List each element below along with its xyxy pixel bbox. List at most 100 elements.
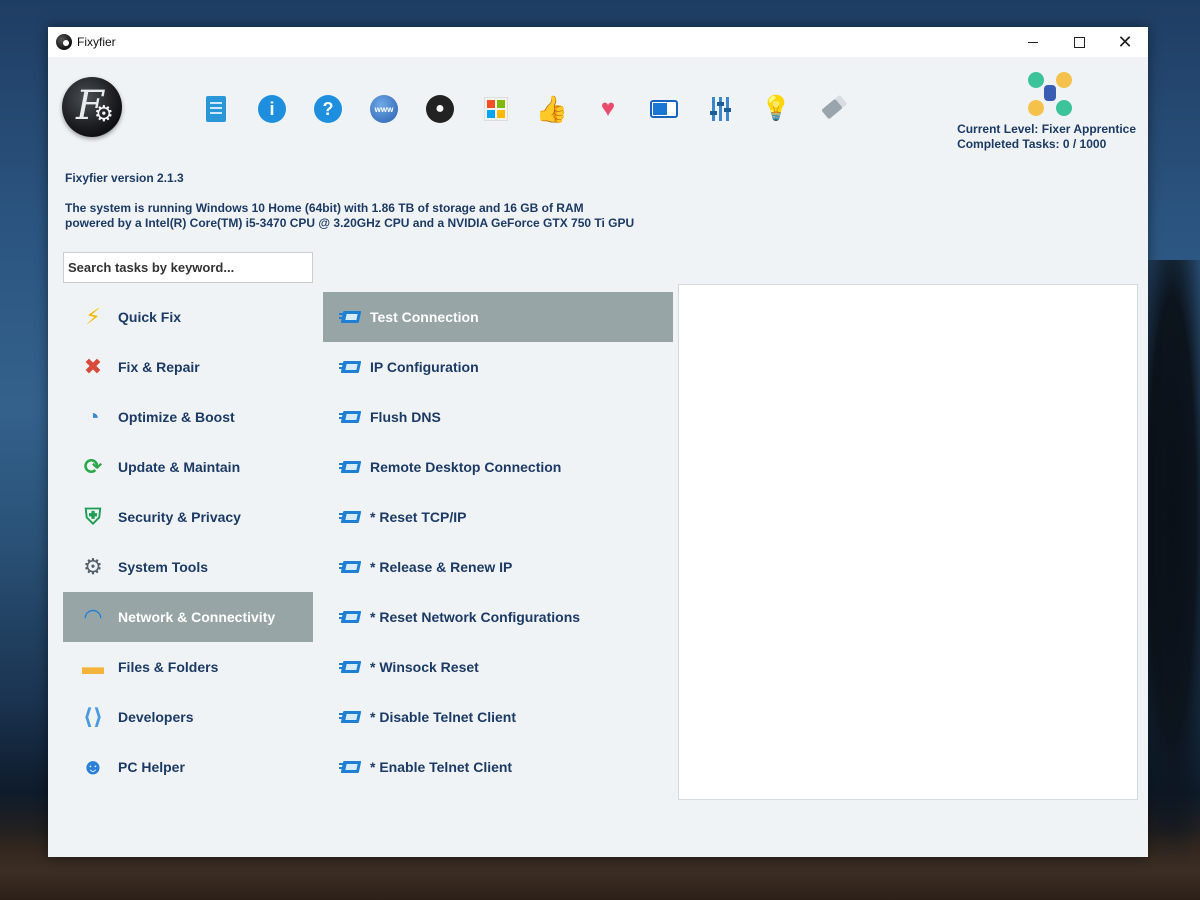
task-item[interactable]: * Release & Renew IP xyxy=(323,542,673,592)
task-item[interactable]: * Winsock Reset xyxy=(323,642,673,692)
network-card-icon xyxy=(339,611,361,623)
info-button[interactable]: i xyxy=(244,91,300,127)
settings-button[interactable] xyxy=(692,91,748,127)
system-info-line-1: The system is running Windows 10 Home (6… xyxy=(65,201,584,215)
category-update-maintain[interactable]: ⟳ Update & Maintain xyxy=(63,442,313,492)
rate-button[interactable]: 👍 xyxy=(524,91,580,127)
github-button[interactable]: ● xyxy=(412,91,468,127)
toggle-theme-icon xyxy=(650,100,678,118)
category-network-connectivity[interactable]: ◠ Network & Connectivity xyxy=(63,592,313,642)
category-label: Files & Folders xyxy=(118,659,219,675)
category-fix-repair[interactable]: ✖ Fix & Repair xyxy=(63,342,313,392)
task-label: IP Configuration xyxy=(370,359,479,375)
code-file-icon: ⟨⟩ xyxy=(82,704,104,729)
task-item[interactable]: Remote Desktop Connection xyxy=(323,442,673,492)
lightning-icon: ⚡ xyxy=(85,304,101,329)
category-label: Fix & Repair xyxy=(118,359,200,375)
task-list: Test Connection IP Configuration Flush DNS… xyxy=(323,292,673,792)
minimize-icon xyxy=(1028,41,1038,43)
help-icon: ? xyxy=(314,95,342,123)
thumbs-up-icon: 👍 xyxy=(535,94,569,124)
task-item[interactable]: Test Connection xyxy=(323,292,673,342)
category-optimize-boost[interactable]: ◔ Optimize & Boost xyxy=(63,392,313,442)
website-button[interactable]: www xyxy=(356,91,412,127)
robot-icon: ☻ xyxy=(81,754,105,779)
task-label: Test Connection xyxy=(370,309,479,325)
theme-toggle-button[interactable] xyxy=(636,91,692,127)
task-label: * Disable Telnet Client xyxy=(370,709,516,725)
task-item[interactable]: IP Configuration xyxy=(323,342,673,392)
network-card-icon xyxy=(339,411,361,423)
task-label: Flush DNS xyxy=(370,409,441,425)
search-input[interactable] xyxy=(63,252,313,283)
task-label: * Reset Network Configurations xyxy=(370,609,581,625)
tools-icon: ✖ xyxy=(83,354,103,379)
network-card-icon xyxy=(339,511,361,523)
task-item[interactable]: * Reset Network Configurations xyxy=(323,592,673,642)
eraser-icon xyxy=(821,98,843,120)
category-label: Optimize & Boost xyxy=(118,409,235,425)
github-icon: ● xyxy=(426,95,454,123)
minimize-button[interactable] xyxy=(1010,27,1056,57)
store-button[interactable] xyxy=(468,91,524,127)
category-files-folders[interactable]: ▬ Files & Folders xyxy=(63,642,313,692)
app-window: Fixyfier ✕ F ⚙ i ? www ● 👍 ♥ 💡 Current L… xyxy=(48,27,1148,857)
category-list: ⚡ Quick Fix ✖ Fix & Repair ◔ Optimize & Boost… xyxy=(63,292,313,792)
close-icon: ✕ xyxy=(1117,32,1133,52)
category-pc-helper[interactable]: ☻ PC Helper xyxy=(63,742,313,792)
store-icon xyxy=(484,97,508,121)
category-label: Quick Fix xyxy=(118,309,182,325)
wifi-icon: ◠ xyxy=(84,604,102,629)
clear-button[interactable] xyxy=(804,91,860,127)
category-quick-fix[interactable]: ⚡ Quick Fix xyxy=(63,292,313,342)
maximize-button[interactable] xyxy=(1056,27,1102,57)
task-label: * Winsock Reset xyxy=(370,659,479,675)
app-icon xyxy=(56,34,72,50)
task-item[interactable]: * Enable Telnet Client xyxy=(323,742,673,792)
maximize-icon xyxy=(1073,36,1085,48)
task-label: Remote Desktop Connection xyxy=(370,459,562,475)
category-developers[interactable]: ⟨⟩ Developers xyxy=(63,692,313,742)
title-bar[interactable]: Fixyfier ✕ xyxy=(48,27,1148,57)
gear-icon: ⚙ xyxy=(83,554,103,579)
toolbar: i ? www ● 👍 ♥ 💡 xyxy=(188,91,860,127)
completed-tasks: Completed Tasks: 0 / 1000 xyxy=(957,137,1107,151)
changelog-button[interactable] xyxy=(188,91,244,127)
donate-button[interactable]: ♥ xyxy=(580,91,636,127)
category-label: System Tools xyxy=(118,559,208,575)
level-badge-icon[interactable] xyxy=(1026,71,1074,117)
task-item[interactable]: * Disable Telnet Client xyxy=(323,692,673,742)
system-info-line-2: powered by a Intel(R) Core(TM) i5-3470 C… xyxy=(65,216,635,230)
task-item[interactable]: Flush DNS xyxy=(323,392,673,442)
category-system-tools[interactable]: ⚙ System Tools xyxy=(63,542,313,592)
refresh-icon: ⟳ xyxy=(83,454,103,479)
network-card-icon xyxy=(339,361,361,373)
speedometer-icon: ◔ xyxy=(86,404,100,429)
folder-icon: ▬ xyxy=(82,654,104,679)
network-card-icon xyxy=(339,461,361,473)
task-label: * Release & Renew IP xyxy=(370,559,513,575)
current-level: Current Level: Fixer Apprentice xyxy=(957,122,1136,136)
tips-button[interactable]: 💡 xyxy=(748,91,804,127)
app-logo: F ⚙ xyxy=(62,77,122,137)
info-icon: i xyxy=(258,95,286,123)
network-card-icon xyxy=(339,661,361,673)
task-label: * Reset TCP/IP xyxy=(370,509,467,525)
network-card-icon xyxy=(339,761,361,773)
system-info: The system is running Windows 10 Home (6… xyxy=(65,201,634,231)
category-label: Developers xyxy=(118,709,194,725)
logo-gear-icon: ⚙ xyxy=(94,101,114,126)
close-button[interactable]: ✕ xyxy=(1102,27,1148,57)
network-card-icon xyxy=(339,561,361,573)
www-icon: www xyxy=(370,95,398,123)
category-label: PC Helper xyxy=(118,759,185,775)
shield-icon: ⛨ xyxy=(84,504,102,529)
network-card-icon xyxy=(339,711,361,723)
task-item[interactable]: * Reset TCP/IP xyxy=(323,492,673,542)
category-security-privacy[interactable]: ⛨ Security & Privacy xyxy=(63,492,313,542)
lightbulb-icon: 💡 xyxy=(761,95,791,122)
donate-heart-icon: ♥ xyxy=(600,95,616,122)
document-icon xyxy=(206,96,226,122)
help-button[interactable]: ? xyxy=(300,91,356,127)
category-label: Network & Connectivity xyxy=(118,609,276,625)
